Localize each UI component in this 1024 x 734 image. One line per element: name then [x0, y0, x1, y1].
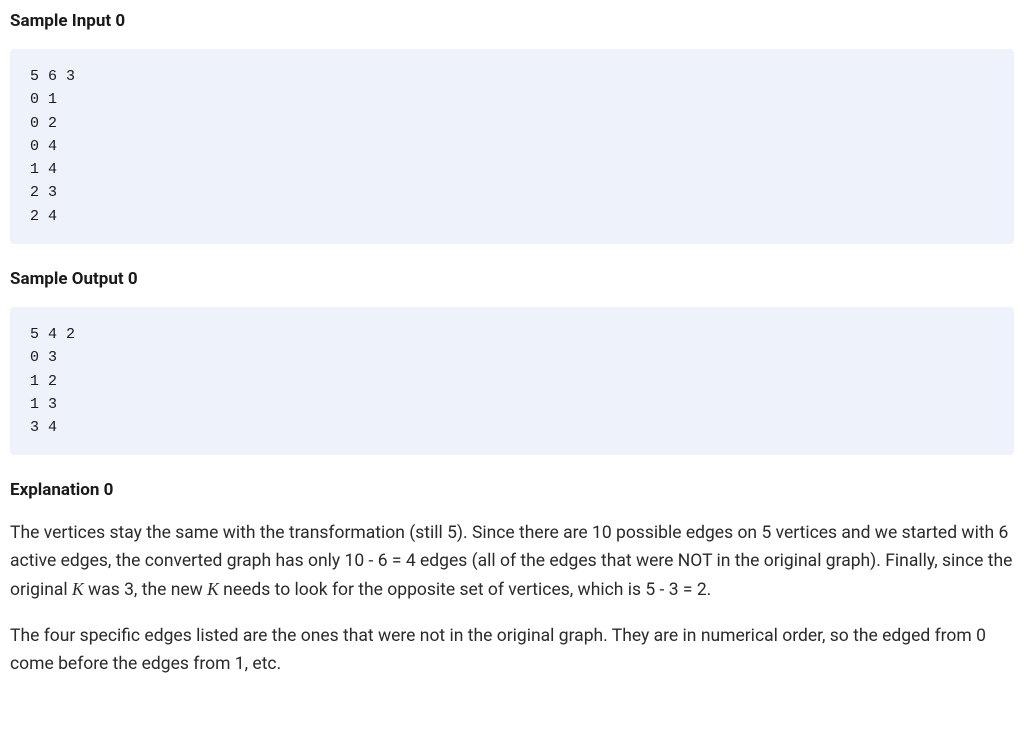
explanation-paragraph-2: The four specific edges listed are the o…	[10, 622, 1014, 678]
sample-output-heading: Sample Output 0	[10, 266, 1014, 293]
math-variable-k-2: K	[207, 579, 219, 599]
sample-output-code: 5 4 2 0 3 1 2 1 3 3 4	[10, 307, 1014, 455]
sample-input-code: 5 6 3 0 1 0 2 0 4 1 4 2 3 2 4	[10, 49, 1014, 244]
sample-input-heading: Sample Input 0	[10, 8, 1014, 35]
math-variable-k-1: K	[72, 579, 84, 599]
explanation-heading: Explanation 0	[10, 477, 1014, 504]
explanation-text-1b: was 3, the new	[84, 580, 207, 600]
explanation-paragraph-1: The vertices stay the same with the tran…	[10, 519, 1014, 604]
explanation-text-1c: needs to look for the opposite set of ve…	[219, 580, 711, 600]
